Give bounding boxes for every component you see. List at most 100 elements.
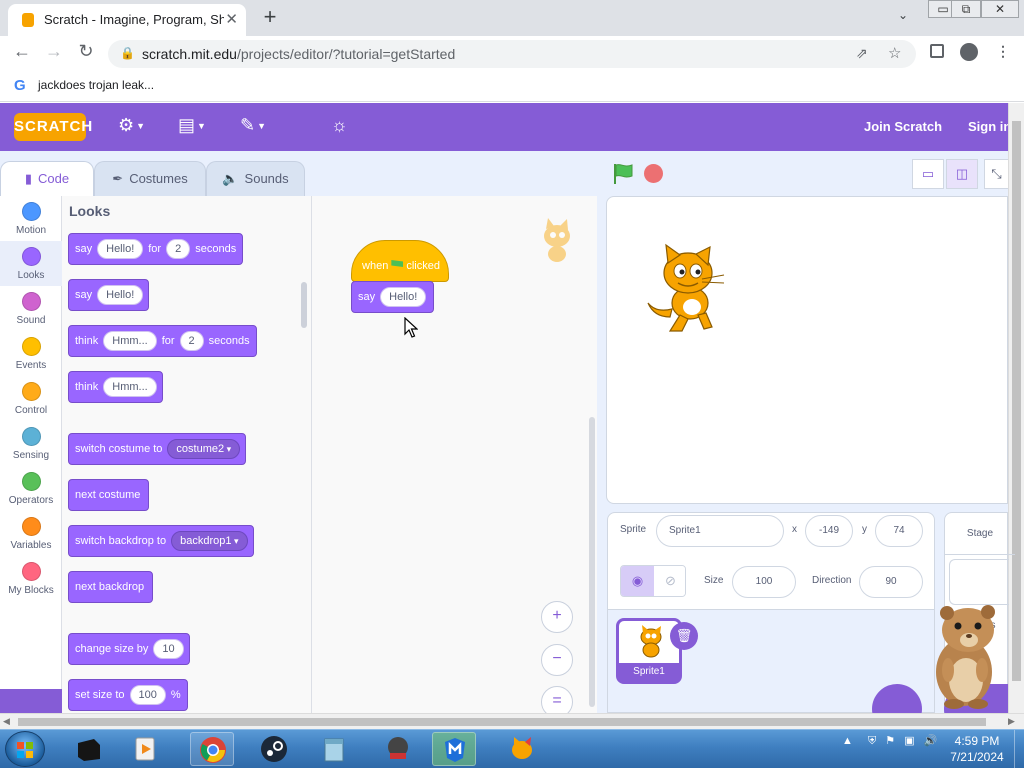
cat-sprite-icon[interactable] (640, 243, 730, 335)
new-tab-icon[interactable]: + (258, 4, 282, 30)
when-flag-clicked-hat-block[interactable]: when clicked (351, 240, 449, 282)
fullscreen-button[interactable]: ⤡ (984, 159, 1008, 189)
url-field[interactable]: 🔒 scratch.mit.edu/projects/editor/?tutor… (108, 40, 916, 68)
taskbar-black-box-app[interactable] (66, 732, 110, 766)
taskbar-media-player[interactable] (124, 732, 168, 766)
kebab-menu-icon[interactable]: ⋮ (996, 43, 1010, 60)
sign-in-link[interactable]: Sign in (968, 119, 1011, 134)
block-think-for-secs[interactable]: think Hmm... for 2 seconds (68, 325, 257, 357)
show-desktop-button[interactable] (1014, 730, 1024, 769)
zoom-in-button[interactable]: + (541, 601, 573, 633)
y-position-field[interactable]: 74 (875, 515, 923, 547)
size-field[interactable]: 100 (732, 566, 796, 598)
close-tab-icon[interactable]: ✕ (225, 10, 238, 28)
page-horizontal-scrollbar[interactable]: ◀ ▶ (0, 713, 1024, 729)
x-position-field[interactable]: -149 (805, 515, 853, 547)
category-sensing[interactable]: Sensing (0, 421, 62, 466)
file-menu-icon[interactable]: ▤ ▼ (178, 115, 206, 136)
tutorials-lightbulb-icon[interactable]: ☼ (331, 115, 348, 136)
script-workspace[interactable]: when clicked say Hello! + − = (312, 196, 597, 718)
block-change-size[interactable]: change size by 10 (68, 633, 190, 665)
block-think[interactable]: think Hmm... (68, 371, 163, 403)
settings-gear-icon[interactable]: ⚙ ▼ (118, 115, 145, 136)
tab-code[interactable]: ▮ Code (0, 161, 94, 197)
reload-icon[interactable]: ↻ (74, 41, 98, 62)
delete-sprite-icon[interactable]: 🗑 (670, 622, 698, 650)
small-stage-button[interactable]: ▭ (912, 159, 944, 189)
profile-avatar-icon[interactable] (960, 43, 978, 61)
palette-scrollbar[interactable] (301, 282, 307, 328)
script-say-input[interactable]: Hello! (380, 287, 427, 308)
forward-arrow-icon[interactable]: → (42, 41, 66, 62)
green-flag-button[interactable] (612, 163, 634, 185)
block-input-message[interactable]: Hello! (97, 285, 144, 306)
category-operators[interactable]: Operators (0, 466, 62, 511)
category-my-blocks[interactable]: My Blocks (0, 556, 62, 601)
edit-pencil-icon[interactable]: ✎ ▼ (240, 115, 266, 136)
block-input-seconds[interactable]: 2 (179, 331, 204, 352)
taskbar-malwarebytes[interactable] (432, 732, 476, 766)
zoom-out-button[interactable]: − (541, 644, 573, 676)
backdrop-dropdown[interactable]: backdrop1 (171, 531, 248, 552)
scrollbar-thumb[interactable] (18, 718, 986, 726)
back-arrow-icon[interactable]: ← (10, 41, 34, 62)
costume-dropdown[interactable]: costume2 (167, 439, 241, 460)
block-input-message[interactable]: Hmm... (103, 377, 157, 398)
tab-costumes[interactable]: ✒ Costumes (94, 161, 206, 197)
bookmark-star-icon[interactable]: ☆ (888, 44, 901, 62)
taskbar-notepad-app[interactable] (312, 732, 356, 766)
flag-icon[interactable]: ⚑ (885, 735, 895, 747)
category-sound[interactable]: Sound (0, 286, 62, 331)
script-say-block[interactable]: say Hello! (351, 281, 435, 313)
join-scratch-link[interactable]: Join Scratch (864, 119, 942, 134)
start-button[interactable] (5, 731, 45, 767)
tray-expand-icon[interactable]: ▲ (842, 735, 853, 747)
browser-tab[interactable]: Scratch - Imagine, Program, Share ✕ (8, 4, 246, 36)
side-panel-icon[interactable] (930, 44, 944, 58)
taskbar-hardware-app[interactable] (376, 732, 420, 766)
block-set-size[interactable]: set size to 100% (68, 679, 188, 711)
tab-search-chevron-icon[interactable]: ⌄ (898, 8, 908, 22)
hide-eye-icon[interactable]: ⊘ (654, 566, 685, 596)
page-vertical-scrollbar[interactable] (1008, 103, 1024, 713)
taskbar-chrome[interactable] (190, 732, 234, 766)
tab-sounds[interactable]: 🔈 Sounds (206, 161, 305, 197)
show-eye-icon[interactable]: ◉ (621, 566, 654, 596)
block-input-message[interactable]: Hmm... (103, 331, 157, 352)
category-control[interactable]: Control (0, 376, 62, 421)
direction-field[interactable]: 90 (859, 566, 923, 598)
block-switch-costume[interactable]: switch costume to costume2 (68, 433, 247, 465)
taskbar-clock[interactable]: 4:59 PM 7/21/2024 (944, 733, 1010, 765)
share-icon[interactable]: ⇗ (856, 45, 868, 62)
category-looks[interactable]: Looks (0, 241, 62, 286)
block-input-seconds[interactable]: 2 (166, 239, 191, 260)
block-switch-backdrop[interactable]: switch backdrop to backdrop1 (68, 525, 254, 557)
backdrop-thumbnail[interactable] (949, 559, 1009, 605)
bookmark-item[interactable]: jackdoes trojan leak... (38, 78, 154, 92)
restore-window-button[interactable]: ⧉ (951, 0, 981, 18)
sprite-thumbnail[interactable]: Sprite1 🗑 (616, 618, 698, 684)
category-events[interactable]: Events (0, 331, 62, 376)
taskbar-scratch-app[interactable] (500, 732, 544, 766)
category-variables[interactable]: Variables (0, 511, 62, 556)
network-icon[interactable]: ▣ (904, 735, 914, 747)
add-extension-button[interactable] (0, 689, 62, 713)
volume-icon[interactable]: 🔊 (924, 735, 938, 747)
block-next-costume[interactable]: next costume (68, 479, 150, 511)
close-window-button[interactable]: ✕ (981, 0, 1019, 18)
normal-stage-button[interactable]: ◫ (946, 159, 978, 189)
scroll-left-arrow-icon[interactable]: ◀ (3, 716, 10, 727)
block-input-size-change[interactable]: 10 (153, 639, 184, 660)
scratch-logo[interactable]: SCRATCH (14, 113, 92, 141)
block-say-for-secs[interactable]: say Hello! for 2 seconds (68, 233, 244, 265)
block-input-size[interactable]: 100 (129, 685, 166, 706)
sprite-name-field[interactable]: Sprite1 (656, 515, 784, 547)
scrollbar-thumb[interactable] (1012, 121, 1021, 681)
taskbar-steam[interactable] (252, 732, 296, 766)
scroll-right-arrow-icon[interactable]: ▶ (1008, 716, 1015, 727)
block-say[interactable]: say Hello! (68, 279, 150, 311)
stop-button[interactable] (644, 164, 663, 183)
block-input-message[interactable]: Hello! (97, 239, 144, 260)
block-next-backdrop[interactable]: next backdrop (68, 571, 154, 603)
shield-icon[interactable]: ⛨ (868, 735, 876, 747)
